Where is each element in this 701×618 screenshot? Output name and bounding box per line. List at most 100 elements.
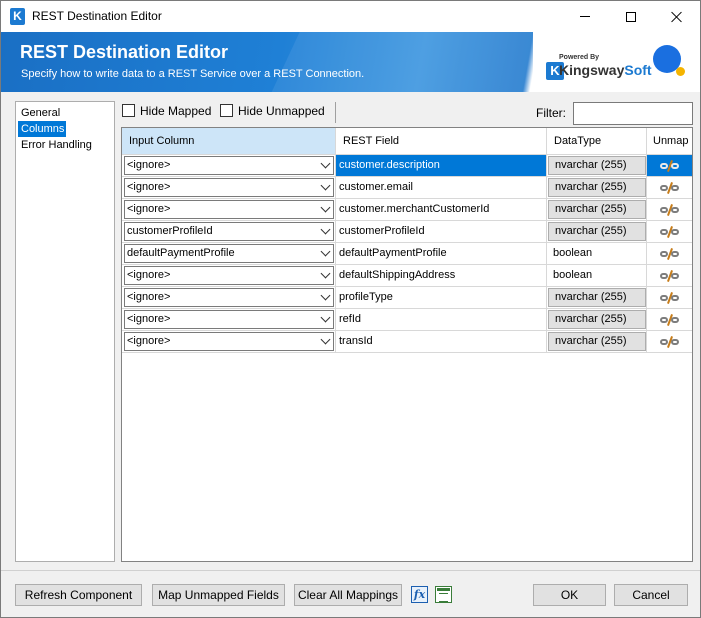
chevron-down-icon[interactable]	[320, 246, 331, 257]
rest-field-cell[interactable]: refId	[336, 309, 547, 330]
minimize-button[interactable]	[562, 1, 608, 32]
chevron-down-icon[interactable]	[320, 158, 331, 169]
nav-item-columns[interactable]: Columns	[18, 121, 66, 137]
datatype-value: boolean	[553, 247, 593, 259]
chevron-down-icon[interactable]	[320, 268, 331, 279]
chain-link-part	[670, 338, 679, 345]
table-row[interactable]: <ignore> defaultShippingAddress boolean	[122, 265, 692, 287]
rest-field-cell[interactable]: customerProfileId	[336, 221, 547, 242]
table-row[interactable]: <ignore> refId nvarchar (255)	[122, 309, 692, 331]
broken-link-icon[interactable]	[659, 291, 681, 304]
broken-link-icon[interactable]	[659, 225, 681, 238]
datatype-cell: nvarchar (255)	[547, 331, 647, 352]
map-unmapped-fields-button[interactable]: Map Unmapped Fields	[152, 584, 285, 606]
input-column-select[interactable]: <ignore>	[124, 332, 334, 351]
chevron-down-icon[interactable]	[320, 334, 331, 345]
input-column-select[interactable]: <ignore>	[124, 200, 334, 219]
input-column-select[interactable]: <ignore>	[124, 266, 334, 285]
hide-unmapped-label[interactable]: Hide Unmapped	[238, 104, 325, 118]
input-column-cell: <ignore>	[122, 331, 336, 352]
datatype-button[interactable]: nvarchar (255)	[548, 156, 646, 175]
broken-link-icon[interactable]	[659, 203, 681, 216]
chevron-down-icon[interactable]	[320, 312, 331, 323]
hide-mapped-checkbox[interactable]	[122, 104, 135, 117]
chain-link-part	[659, 316, 668, 323]
datatype-button[interactable]: nvarchar (255)	[548, 200, 646, 219]
input-column-value: <ignore>	[127, 291, 171, 303]
broken-link-icon[interactable]	[659, 269, 681, 282]
filter-input[interactable]	[573, 102, 693, 125]
rest-field-cell[interactable]: defaultShippingAddress	[336, 265, 547, 286]
header-unmap[interactable]: Unmap	[647, 128, 692, 154]
nav-item-error-handling[interactable]: Error Handling	[16, 137, 114, 153]
refresh-component-button[interactable]: Refresh Component	[15, 584, 142, 606]
input-column-select[interactable]: <ignore>	[124, 310, 334, 329]
clear-all-mappings-button[interactable]: Clear All Mappings	[294, 584, 402, 606]
title-bar: K REST Destination Editor	[1, 1, 700, 32]
broken-link-icon[interactable]	[659, 335, 681, 348]
table-row[interactable]: <ignore> profileType nvarchar (255)	[122, 287, 692, 309]
input-column-cell: defaultPaymentProfile	[122, 243, 336, 264]
broken-link-icon[interactable]	[659, 181, 681, 194]
input-column-select[interactable]: <ignore>	[124, 288, 334, 307]
datatype-cell: nvarchar (255)	[547, 221, 647, 242]
datatype-button[interactable]: nvarchar (255)	[548, 178, 646, 197]
chevron-down-icon[interactable]	[320, 202, 331, 213]
table-row[interactable]: defaultPaymentProfile defaultPaymentProfi…	[122, 243, 692, 265]
datatype-button[interactable]: nvarchar (255)	[548, 222, 646, 241]
close-button[interactable]	[654, 1, 700, 32]
broken-link-icon[interactable]	[659, 247, 681, 260]
app-logo-icon: K	[10, 8, 25, 25]
datatype-button[interactable]: nvarchar (255)	[548, 310, 646, 329]
hide-unmapped-checkbox[interactable]	[220, 104, 233, 117]
unmap-cell	[647, 177, 692, 198]
nav-item-general[interactable]: General	[16, 105, 114, 121]
chain-link-part	[659, 162, 668, 169]
input-column-select[interactable]: defaultPaymentProfile	[124, 244, 334, 263]
header-datatype[interactable]: DataType	[547, 128, 647, 154]
broken-link-icon[interactable]	[659, 313, 681, 326]
brand-name-first: Kingsway	[559, 62, 625, 78]
expression-icon[interactable]: fx	[411, 586, 428, 603]
chain-link-part	[670, 206, 679, 213]
input-column-select[interactable]: <ignore>	[124, 178, 334, 197]
broken-link-icon[interactable]	[659, 159, 681, 172]
rest-field-cell[interactable]: transId	[336, 331, 547, 352]
rest-field-cell[interactable]: customer.description	[336, 155, 547, 176]
unmap-cell	[647, 155, 692, 176]
input-column-cell: <ignore>	[122, 287, 336, 308]
chain-link-part	[670, 228, 679, 235]
maximize-button[interactable]	[608, 1, 654, 32]
datatype-button[interactable]: nvarchar (255)	[548, 332, 646, 351]
chevron-down-icon[interactable]	[320, 224, 331, 235]
input-column-select[interactable]: customerProfileId	[124, 222, 334, 241]
datatype-cell: nvarchar (255)	[547, 199, 647, 220]
cancel-button[interactable]: Cancel	[614, 584, 688, 606]
table-row[interactable]: customerProfileId customerProfileId nvarch…	[122, 221, 692, 243]
table-row[interactable]: <ignore> customer.description nvarchar (25…	[122, 155, 692, 177]
minimize-icon	[580, 16, 590, 17]
header-rest-field[interactable]: REST Field	[336, 128, 547, 154]
chevron-down-icon[interactable]	[320, 290, 331, 301]
datatype-button[interactable]: nvarchar (255)	[548, 288, 646, 307]
rest-field-cell[interactable]: profileType	[336, 287, 547, 308]
ok-button[interactable]: OK	[533, 584, 606, 606]
chain-link-part	[659, 250, 668, 257]
table-row[interactable]: <ignore> customer.merchantCustomerId nvarc…	[122, 199, 692, 221]
chain-link-part	[659, 272, 668, 279]
chevron-down-icon[interactable]	[320, 180, 331, 191]
header-input-column[interactable]: Input Column	[122, 128, 336, 154]
input-column-value: <ignore>	[127, 159, 171, 171]
spreadsheet-icon[interactable]	[435, 586, 452, 603]
input-column-cell: <ignore>	[122, 309, 336, 330]
table-row[interactable]: <ignore> customer.email nvarchar (255)	[122, 177, 692, 199]
input-column-select[interactable]: <ignore>	[124, 156, 334, 175]
rest-field-cell[interactable]: defaultPaymentProfile	[336, 243, 547, 264]
hide-mapped-label[interactable]: Hide Mapped	[140, 104, 211, 118]
chain-link-part	[659, 294, 668, 301]
table-row[interactable]: <ignore> transId nvarchar (255)	[122, 331, 692, 353]
rest-field-cell[interactable]: customer.email	[336, 177, 547, 198]
rest-field-cell[interactable]: customer.merchantCustomerId	[336, 199, 547, 220]
datatype-cell: boolean	[547, 243, 647, 264]
chain-link-part	[670, 294, 679, 301]
